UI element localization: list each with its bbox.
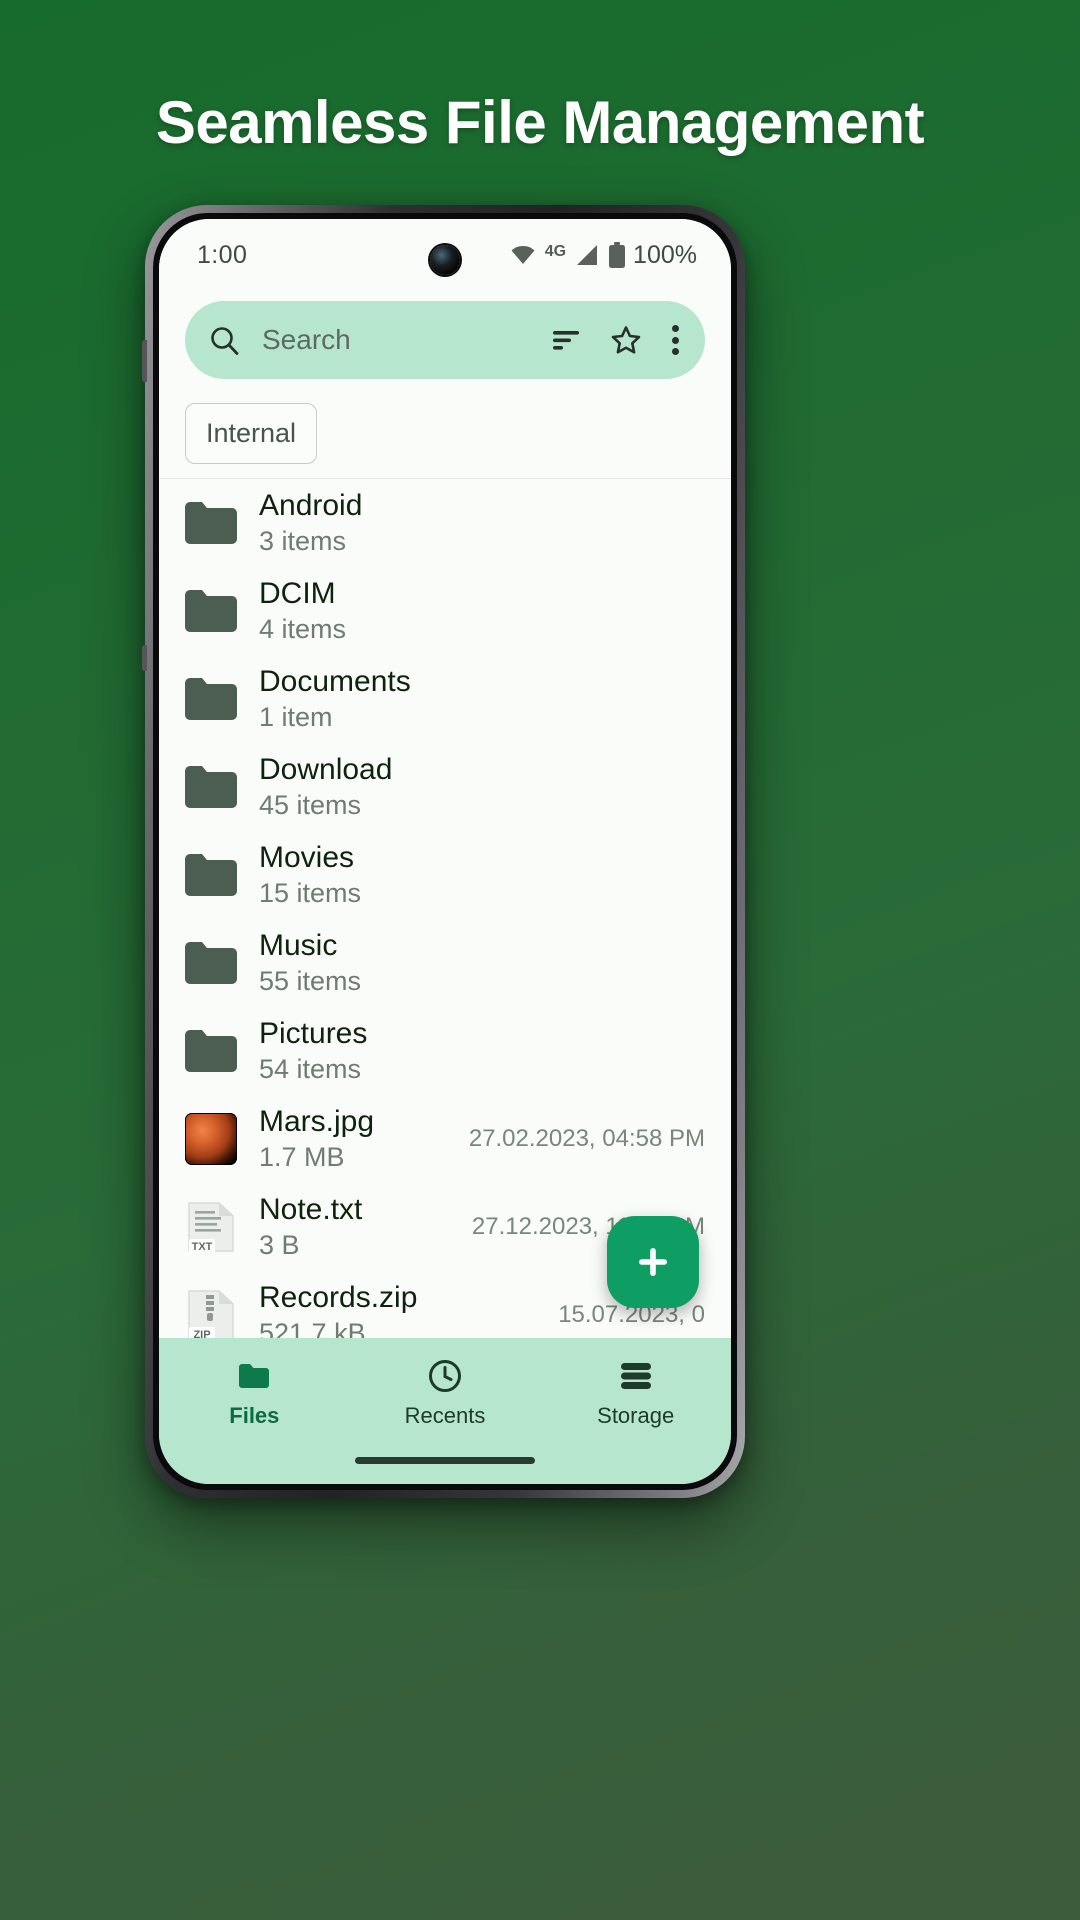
nav-label-storage: Storage bbox=[597, 1403, 675, 1428]
file-meta: Note.txt 3 B bbox=[259, 1193, 460, 1262]
file-thumbnail bbox=[183, 939, 239, 987]
file-thumbnail bbox=[183, 763, 239, 811]
search-icon[interactable] bbox=[209, 325, 240, 356]
breadcrumb: Internal bbox=[159, 391, 731, 478]
status-clock: 1:00 bbox=[197, 240, 248, 269]
svg-text:TXT: TXT bbox=[192, 1241, 213, 1253]
file-subtitle: 15 items bbox=[259, 878, 362, 909]
nav-label-files: Files bbox=[229, 1403, 280, 1428]
wifi-icon bbox=[511, 246, 535, 264]
file-subtitle: 3 B bbox=[259, 1230, 300, 1261]
page-title: Seamless File Management bbox=[155, 89, 925, 156]
folder-icon bbox=[185, 854, 237, 896]
file-meta: Movies 15 items bbox=[259, 841, 693, 910]
file-thumbnail bbox=[183, 499, 239, 547]
file-meta: DCIM 4 items bbox=[259, 577, 693, 646]
folder-icon bbox=[185, 1030, 237, 1072]
file-name: Android bbox=[259, 488, 363, 522]
image-thumbnail bbox=[185, 1113, 237, 1165]
phone-bezel: 1:00 4G 100% Search Internal Android 3 i… bbox=[153, 213, 737, 1490]
file-thumbnail bbox=[183, 1027, 239, 1075]
file-row[interactable]: DCIM 4 items bbox=[159, 567, 731, 655]
file-name: Music bbox=[259, 928, 338, 962]
file-meta: Android 3 items bbox=[259, 489, 693, 558]
file-row[interactable]: Android 3 items bbox=[159, 479, 731, 567]
file-thumbnail: ZIP bbox=[183, 1290, 239, 1341]
storage-icon bbox=[620, 1363, 651, 1389]
file-subtitle: 4 items bbox=[259, 614, 347, 645]
file-thumbnail bbox=[183, 851, 239, 899]
folder-icon bbox=[185, 590, 237, 632]
home-indicator[interactable] bbox=[355, 1457, 535, 1464]
add-button[interactable] bbox=[607, 1216, 699, 1308]
file-thumbnail bbox=[183, 675, 239, 723]
folder-icon bbox=[239, 1364, 270, 1388]
search-bar[interactable]: Search bbox=[185, 301, 705, 379]
file-thumbnail bbox=[183, 1113, 239, 1165]
phone-screen: 1:00 4G 100% Search Internal Android 3 i… bbox=[159, 219, 731, 1484]
file-row[interactable]: Documents 1 item bbox=[159, 655, 731, 743]
file-row[interactable]: Download 45 items bbox=[159, 743, 731, 831]
sort-icon[interactable] bbox=[551, 328, 581, 352]
bottom-navigation: Files Recents Storage bbox=[159, 1338, 731, 1484]
nav-label-recents: Recents bbox=[404, 1403, 486, 1428]
folder-icon bbox=[185, 502, 237, 544]
nav-item-recents[interactable]: Recents bbox=[350, 1358, 541, 1429]
file-subtitle: 1.7 MB bbox=[259, 1142, 345, 1173]
file-meta: Pictures 54 items bbox=[259, 1017, 693, 1086]
phone-mockup: 1:00 4G 100% Search Internal Android 3 i… bbox=[142, 205, 745, 1498]
search-bar-container: Search bbox=[159, 291, 731, 391]
power-button bbox=[142, 645, 147, 671]
folder-icon bbox=[185, 942, 237, 984]
folder-icon bbox=[185, 678, 237, 720]
file-thumbnail: TXT bbox=[183, 1202, 239, 1253]
nav-item-files[interactable]: Files bbox=[159, 1358, 350, 1429]
signal-icon bbox=[577, 245, 598, 265]
clock-icon bbox=[429, 1360, 461, 1392]
zip-file-icon: ZIP bbox=[188, 1290, 234, 1341]
file-row[interactable]: Mars.jpg 1.7 MB 27.02.2023, 04:58 PM bbox=[159, 1095, 731, 1183]
star-icon[interactable] bbox=[611, 325, 641, 355]
file-subtitle: 3 items bbox=[259, 526, 347, 557]
file-subtitle: 54 items bbox=[259, 1054, 362, 1085]
file-date: 27.02.2023, 04:58 PM bbox=[468, 1125, 705, 1152]
search-actions bbox=[551, 325, 679, 355]
file-thumbnail bbox=[183, 587, 239, 635]
file-name: Movies bbox=[259, 840, 355, 874]
txt-file-icon: TXT bbox=[188, 1202, 234, 1253]
status-icons: 4G 100% bbox=[510, 241, 697, 270]
breadcrumb-chip-internal[interactable]: Internal bbox=[185, 403, 318, 464]
file-subtitle: 55 items bbox=[259, 966, 362, 997]
file-row[interactable]: Movies 15 items bbox=[159, 831, 731, 919]
file-subtitle: 45 items bbox=[259, 790, 362, 821]
overflow-menu-icon[interactable] bbox=[671, 325, 679, 355]
plus-icon bbox=[639, 1248, 667, 1276]
file-meta: Mars.jpg 1.7 MB bbox=[259, 1105, 457, 1174]
search-input[interactable]: Search bbox=[262, 324, 351, 356]
battery-percent-label: 100% bbox=[633, 240, 697, 269]
file-name: Download bbox=[259, 752, 393, 786]
status-bar: 1:00 4G 100% bbox=[159, 219, 731, 291]
network-type-label: 4G bbox=[544, 242, 567, 260]
file-name: Note.txt bbox=[259, 1192, 363, 1226]
file-name: Records.zip bbox=[259, 1280, 418, 1314]
battery-icon bbox=[609, 242, 626, 268]
nav-item-storage[interactable]: Storage bbox=[540, 1358, 731, 1429]
volume-button bbox=[142, 340, 147, 382]
file-name: Mars.jpg bbox=[259, 1104, 375, 1138]
folder-icon bbox=[185, 766, 237, 808]
file-row[interactable]: Pictures 54 items bbox=[159, 1007, 731, 1095]
file-name: DCIM bbox=[259, 576, 336, 610]
file-meta: Download 45 items bbox=[259, 753, 693, 822]
file-subtitle: 1 item bbox=[259, 702, 333, 733]
file-row[interactable]: Music 55 items bbox=[159, 919, 731, 1007]
file-name: Pictures bbox=[259, 1016, 368, 1050]
file-name: Documents bbox=[259, 664, 411, 698]
file-meta: Documents 1 item bbox=[259, 665, 693, 734]
file-meta: Music 55 items bbox=[259, 929, 693, 998]
front-camera-icon bbox=[430, 245, 460, 275]
